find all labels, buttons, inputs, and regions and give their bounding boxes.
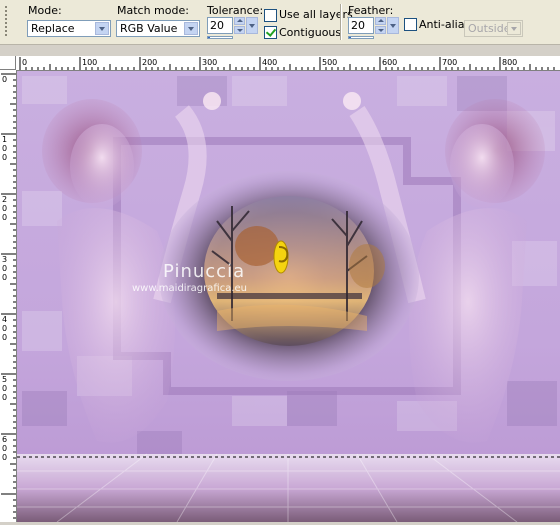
ruler-label: 0 [2, 75, 7, 84]
ruler-corner [0, 56, 16, 70]
artwork-image [17, 71, 560, 522]
chevron-down-icon[interactable] [184, 22, 198, 35]
feather-dropdown-icon[interactable] [387, 17, 399, 34]
ruler-label: 500 [322, 58, 337, 67]
spin-down-icon[interactable] [234, 26, 245, 34]
mode-value: Replace [31, 22, 75, 35]
feather-input[interactable]: 20 [348, 17, 374, 34]
inside-outside-value: Outside [468, 22, 511, 35]
tool-options-toolbar: Mode: Replace Match mode: RGB Value Tole… [0, 0, 560, 45]
tolerance-spinbox[interactable]: 20 [207, 17, 259, 39]
ruler-label: 300 [2, 255, 7, 282]
anti-alias-checkbox[interactable] [404, 18, 417, 31]
ruler-label: 200 [2, 195, 7, 222]
ruler-label: 100 [82, 58, 97, 67]
feather-stepper[interactable] [375, 17, 386, 34]
tolerance-slider[interactable] [207, 36, 233, 39]
watermark-name: Pinuccia [163, 261, 246, 282]
feather-spinbox[interactable]: 20 [348, 17, 400, 39]
chevron-down-icon[interactable] [507, 22, 521, 35]
vertical-ruler-ticks: 0 1 0 0 2 0 0 3 0 0 4 0 0 5 0 0 6 0 0 [1, 73, 16, 519]
ruler-label: 300 [202, 58, 217, 67]
feather-slider[interactable] [348, 36, 374, 39]
ruler-label: 200 [142, 58, 157, 67]
ruler-label: 0 [22, 58, 27, 67]
tolerance-value: 20 [210, 19, 224, 32]
toolbar-separator [340, 4, 342, 40]
anti-alias-label: Anti-alias [419, 18, 471, 31]
tolerance-dropdown-icon[interactable] [246, 17, 258, 34]
contiguous-checkbox[interactable] [264, 26, 277, 39]
vertical-ruler[interactable]: 0 100 200 300 400 500 600 [0, 70, 17, 522]
inside-outside-select[interactable]: Outside [464, 20, 523, 37]
match-mode-label: Match mode: [117, 4, 189, 17]
ruler-label: 400 [2, 315, 7, 342]
watermark-site: www.maidiragrafica.eu [132, 283, 247, 294]
contiguous-label: Contiguous [279, 26, 342, 39]
workspace-background [0, 45, 560, 56]
match-mode-value: RGB Value [120, 22, 178, 35]
spin-up-icon[interactable] [375, 17, 386, 25]
ruler-label: 100 [2, 135, 7, 162]
horizontal-ruler[interactable]: 0 100 200 300 400 500 600 700 800 [0, 56, 560, 71]
use-all-layers-checkbox[interactable] [264, 9, 277, 22]
ruler-label: 700 [442, 58, 457, 67]
chevron-down-icon[interactable] [95, 22, 109, 35]
match-mode-select[interactable]: RGB Value [116, 20, 200, 37]
ruler-label: 500 [2, 375, 7, 402]
feather-value: 20 [351, 19, 365, 32]
spin-up-icon[interactable] [234, 17, 245, 25]
feather-slider-fill [349, 37, 352, 38]
toolbar-grip[interactable] [2, 4, 10, 40]
mode-select[interactable]: Replace [27, 20, 111, 37]
mode-label: Mode: [28, 4, 62, 17]
ruler-label: 800 [502, 58, 517, 67]
image-canvas[interactable]: Pinuccia www.maidiragrafica.eu [17, 71, 560, 522]
tolerance-input[interactable]: 20 [207, 17, 233, 34]
ruler-label: 400 [262, 58, 277, 67]
tolerance-slider-fill [208, 37, 211, 38]
tolerance-stepper[interactable] [234, 17, 245, 34]
horizontal-ruler-ticks: 0 100 200 300 400 500 600 700 800 [19, 57, 555, 70]
feather-label: Feather: [348, 4, 394, 17]
tolerance-label: Tolerance: [207, 4, 264, 17]
ruler-label: 600 [2, 435, 7, 462]
spin-down-icon[interactable] [375, 26, 386, 34]
ruler-label: 600 [382, 58, 397, 67]
pinuccia-p-logo [273, 240, 289, 274]
